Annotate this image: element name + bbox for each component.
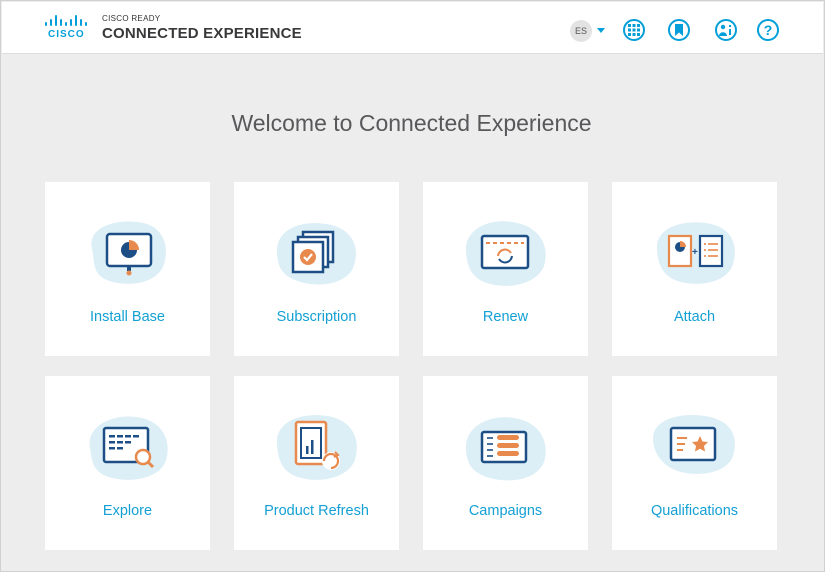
qualifications-star-icon bbox=[649, 408, 739, 488]
svg-text:+: + bbox=[692, 247, 698, 258]
app-title: CONNECTED EXPERIENCE bbox=[102, 25, 302, 42]
card-renew[interactable]: Renew bbox=[423, 182, 588, 356]
help-glyph: ? bbox=[763, 22, 773, 38]
product-refresh-icon bbox=[271, 408, 361, 488]
attach-documents-icon: + bbox=[649, 214, 739, 294]
brand-subtitle: CISCO READY bbox=[102, 14, 161, 23]
card-product-refresh[interactable]: Product Refresh bbox=[234, 376, 399, 550]
grid-icon[interactable] bbox=[623, 19, 645, 41]
card-attach[interactable]: + Attach bbox=[612, 182, 777, 356]
user-info-icon[interactable] bbox=[715, 19, 737, 41]
card-label: Subscription bbox=[276, 309, 357, 325]
top-header: CISCO CISCO READY CONNECTED EXPERIENCE E… bbox=[2, 2, 823, 54]
card-qualifications[interactable]: Qualifications bbox=[612, 376, 777, 550]
cisco-logo[interactable]: CISCO bbox=[44, 14, 88, 40]
card-label: Qualifications bbox=[650, 503, 739, 519]
language-selector[interactable]: ES bbox=[570, 20, 592, 42]
bookmark-glyph bbox=[675, 24, 683, 36]
card-campaigns[interactable]: Campaigns bbox=[423, 376, 588, 550]
card-label: Install Base bbox=[90, 309, 165, 325]
monitor-pie-chart-icon bbox=[82, 214, 172, 294]
subscription-check-icon bbox=[271, 214, 361, 294]
bookmark-icon[interactable] bbox=[668, 19, 690, 41]
card-subscription[interactable]: Subscription bbox=[234, 182, 399, 356]
grid-glyph bbox=[628, 24, 640, 36]
card-label: Campaigns bbox=[468, 503, 543, 519]
campaigns-list-icon bbox=[460, 408, 550, 488]
card-explore[interactable]: Explore bbox=[45, 376, 210, 550]
card-install-base[interactable]: Install Base bbox=[45, 182, 210, 356]
app-frame: CISCO CISCO READY CONNECTED EXPERIENCE E… bbox=[0, 0, 825, 572]
card-label: Renew bbox=[482, 309, 529, 325]
card-label: Product Refresh bbox=[264, 503, 369, 519]
page-title: Welcome to Connected Experience bbox=[231, 110, 592, 136]
card-label: Attach bbox=[673, 309, 716, 325]
renew-window-icon bbox=[460, 214, 550, 294]
chevron-down-icon[interactable] bbox=[597, 28, 605, 33]
cisco-bars-icon bbox=[45, 15, 87, 26]
card-label: Explore bbox=[102, 503, 153, 519]
user-info-glyph bbox=[719, 24, 731, 36]
explore-search-icon bbox=[82, 408, 172, 488]
cisco-wordmark: CISCO bbox=[48, 29, 85, 40]
help-icon[interactable]: ? bbox=[757, 19, 779, 41]
